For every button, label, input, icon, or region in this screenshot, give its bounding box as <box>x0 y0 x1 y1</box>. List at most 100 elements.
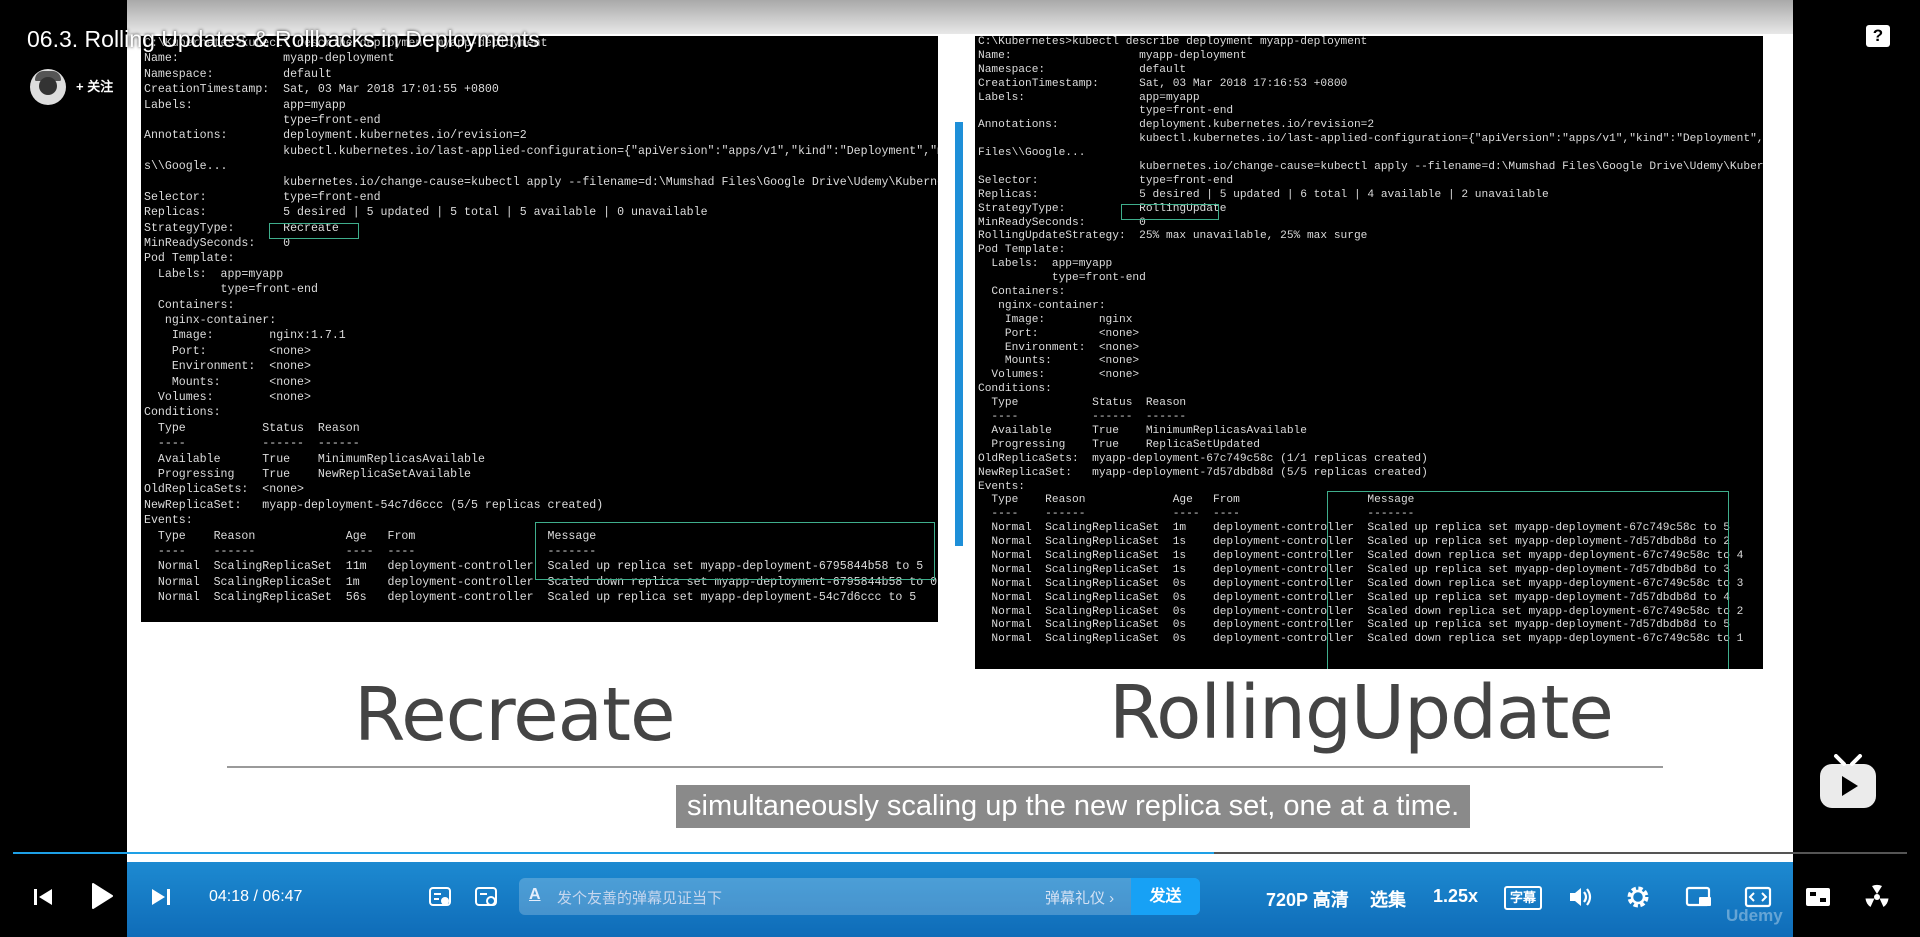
help-icon[interactable]: ? <box>1866 25 1890 47</box>
terminal-line: NewReplicaSet: myapp-deployment-7d57dbdb… <box>978 466 1428 479</box>
terminal-line: ---- ------ ------ <box>978 411 1187 424</box>
danmu-toggle-icon[interactable] <box>427 884 453 910</box>
terminal-line: Annotations: deployment.kubernetes.io/re… <box>144 129 527 143</box>
terminal-line: Progressing True ReplicaSetUpdated <box>978 438 1260 451</box>
previous-icon[interactable] <box>31 886 55 908</box>
avatar[interactable] <box>30 69 66 105</box>
terminal-recreate: C:\Kubernetes>kubectl describe deploymen… <box>141 36 938 622</box>
terminal-line: Name: myapp-deployment <box>144 52 395 66</box>
terminal-line: Volumes: <none> <box>978 369 1140 382</box>
udemy-watermark: Udemy <box>1726 906 1783 925</box>
send-button[interactable]: 发送 <box>1131 878 1200 915</box>
speed-button[interactable]: 1.25x <box>1433 886 1478 907</box>
terminal-line: Selector: type=front-end <box>978 174 1234 187</box>
caption-recreate: Recreate <box>354 672 676 758</box>
terminal-line: StrategyType: RollingUpdate <box>978 202 1227 215</box>
terminal-line: Conditions: <box>978 383 1052 396</box>
terminal-line: CreationTimestamp: Sat, 03 Mar 2018 17:1… <box>978 77 1348 90</box>
video-frame[interactable]: C:\Kubernetes>kubectl describe deploymen… <box>127 0 1793 865</box>
time-display: 04:18 / 06:47 <box>209 888 302 906</box>
terminal-line: Type Status Reason <box>144 421 360 435</box>
subtitle-button[interactable]: 字幕 <box>1504 886 1543 910</box>
terminal-line: OldReplicaSets: myapp-deployment-67c749c… <box>978 452 1428 465</box>
terminal-line: Labels: app=myapp <box>978 258 1113 271</box>
terminal-line: Annotations: deployment.kubernetes.io/re… <box>978 119 1375 132</box>
terminal-line: Environment: <none> <box>978 341 1140 354</box>
terminal-line: NewReplicaSet: myapp-deployment-54c7d6cc… <box>144 498 604 512</box>
terminal-line: Available True MinimumReplicasAvailable <box>144 452 485 466</box>
time-separator: / <box>253 888 258 905</box>
danmu-style-icon[interactable]: A <box>529 886 541 904</box>
follow-button[interactable]: + 关注 <box>70 74 124 100</box>
time-total: 06:47 <box>262 888 303 905</box>
terminal-line: Name: myapp-deployment <box>978 49 1247 62</box>
danmu-input-placeholder[interactable]: 发个友善的弹幕见证当下 <box>557 887 722 908</box>
danmu-etiquette-link[interactable]: 弹幕礼仪 › <box>1045 887 1114 908</box>
terminal-line: Normal ScalingReplicaSet 56s deployment-… <box>144 591 917 605</box>
tv-icon[interactable] <box>1818 754 1878 817</box>
settings-gear-icon[interactable] <box>1624 883 1652 911</box>
highlight-strategy-recreate <box>269 223 359 239</box>
terminal-line: StrategyType: Recreate <box>144 221 339 235</box>
terminal-line: Selector: type=front-end <box>144 190 381 204</box>
play-icon[interactable] <box>88 881 116 911</box>
terminal-line: Progressing True NewReplicaSetAvailable <box>144 467 471 481</box>
terminal-line: kubernetes.io/change-cause=kubectl apply… <box>144 175 938 189</box>
terminal-line: Conditions: <box>144 406 221 420</box>
danmu-input-box[interactable]: A 发个友善的弹幕见证当下 弹幕礼仪 › 发送 <box>519 878 1200 915</box>
highlight-strategy-rollingupdate <box>1121 204 1219 220</box>
terminal-line: Type Status Reason <box>978 397 1187 410</box>
terminal-line: MinReadySeconds: 0 <box>144 237 291 251</box>
highlight-events-message <box>535 522 935 580</box>
terminal-line: Files\\Google... <box>978 147 1086 160</box>
episodes-button[interactable]: 选集 <box>1370 886 1406 912</box>
terminal-line: kubectl.kubernetes.io/last-applied-confi… <box>978 133 1763 146</box>
subtitle-text: simultaneously scaling up the new replic… <box>676 785 1471 828</box>
volume-icon[interactable] <box>1566 883 1594 911</box>
picture-in-picture-icon[interactable] <box>1684 883 1714 911</box>
terminal-line: Replicas: 5 desired | 5 updated | 6 tota… <box>978 188 1549 201</box>
next-icon[interactable] <box>149 886 173 908</box>
terminal-line: Image: nginx <box>978 313 1133 326</box>
terminal-line: nginx-container: <box>978 299 1106 312</box>
terminal-line: Port: <none> <box>978 327 1140 340</box>
terminal-line: Labels: app=myapp <box>144 267 284 281</box>
terminal-line: Volumes: <none> <box>144 390 311 404</box>
terminal-line: Containers: <box>978 286 1066 299</box>
terminal-line: RollingUpdateStrategy: 25% max unavailab… <box>978 230 1368 243</box>
terminal-line: ---- ------ ------ <box>144 437 360 451</box>
terminal-line: Environment: <none> <box>144 360 311 374</box>
terminal-line: nginx-container: <box>144 314 277 328</box>
slide-divider <box>955 122 963 546</box>
terminal-line: C:\Kubernetes>kubectl describe deploymen… <box>978 36 1368 48</box>
quality-button[interactable]: 720P 高清 <box>1266 886 1349 912</box>
progress-played <box>13 852 1214 854</box>
terminal-line: Pod Template: <box>978 244 1066 257</box>
terminal-line: Port: <none> <box>144 344 311 358</box>
terminal-line: Containers: <box>144 298 235 312</box>
radiation-icon[interactable] <box>1862 882 1892 912</box>
time-current: 04:18 <box>209 888 250 905</box>
terminal-line: Labels: app=myapp <box>978 91 1200 104</box>
terminal-line: Replicas: 5 desired | 5 updated | 5 tota… <box>144 206 708 220</box>
terminal-line: Pod Template: <box>144 252 235 266</box>
terminal-line: Mounts: <none> <box>978 355 1140 368</box>
webpage-fullscreen-icon[interactable] <box>1803 883 1833 911</box>
terminal-line: type=front-end <box>144 283 318 297</box>
terminal-line: OldReplicaSets: <none> <box>144 483 305 497</box>
terminal-line: MinReadySeconds: 0 <box>978 216 1146 229</box>
progress-bar[interactable] <box>13 852 1907 854</box>
terminal-line: Image: nginx:1.7.1 <box>144 329 346 343</box>
terminal-line: Labels: app=myapp <box>144 98 346 112</box>
terminal-line: Namespace: default <box>978 63 1187 76</box>
terminal-line: Available True MinimumReplicasAvailable <box>978 424 1307 437</box>
terminal-line: kubernetes.io/change-cause=kubectl apply… <box>978 161 1763 174</box>
terminal-line: Namespace: default <box>144 67 332 81</box>
terminal-line: type=front-end <box>144 113 381 127</box>
terminal-line: type=front-end <box>978 105 1234 118</box>
slide-rule <box>227 766 1663 768</box>
danmu-settings-icon[interactable] <box>473 884 499 910</box>
caption-rollingupdate: RollingUpdate <box>1109 670 1614 756</box>
terminal-line: kubectl.kubernetes.io/last-applied-confi… <box>144 144 938 158</box>
terminal-line: type=front-end <box>978 272 1146 285</box>
